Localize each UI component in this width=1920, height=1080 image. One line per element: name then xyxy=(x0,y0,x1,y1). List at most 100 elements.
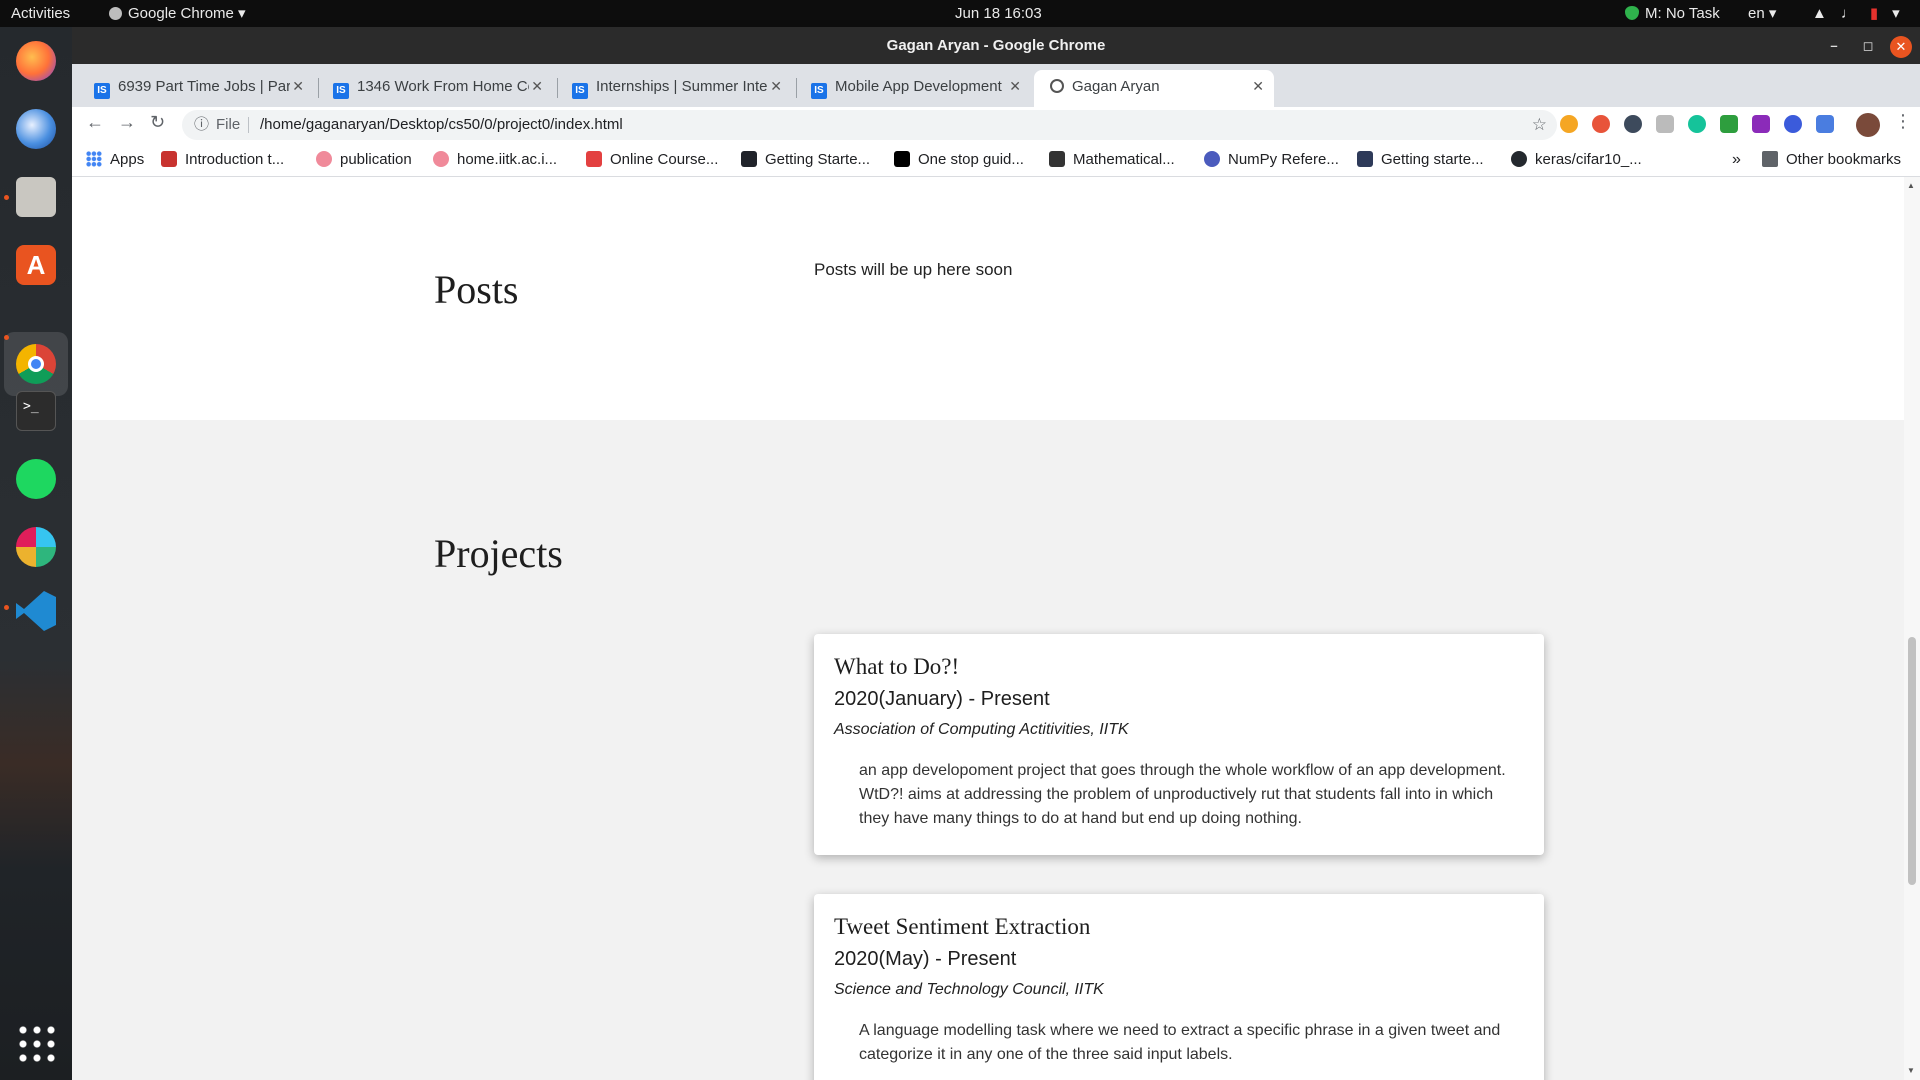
github-icon xyxy=(1511,151,1527,167)
app-menu-label: Google Chrome ▾ xyxy=(128,5,246,22)
thunderbird-icon[interactable] xyxy=(12,105,60,153)
project-card: What to Do?! 2020(January) - Present Ass… xyxy=(814,634,1544,855)
bookmark-item[interactable]: publication xyxy=(316,143,412,177)
url-text[interactable]: /home/gaganaryan/Desktop/cs50/0/project0… xyxy=(260,110,623,140)
close-tab-icon[interactable]: ✕ xyxy=(531,70,543,103)
terminal-icon[interactable]: >_ xyxy=(12,387,60,435)
bookmark-label: Online Course... xyxy=(610,151,719,168)
close-tab-icon[interactable]: ✕ xyxy=(1009,70,1021,103)
bookmark-item[interactable]: home.iitk.ac.i... xyxy=(433,143,557,177)
extension-s-icon[interactable] xyxy=(1752,115,1770,133)
scroll-down-icon[interactable]: ▼ xyxy=(1907,1066,1915,1075)
posts-heading: Posts xyxy=(434,267,519,312)
project-organization: Association of Computing Actitivities, I… xyxy=(834,721,1129,738)
tab[interactable]: IS Internships | Summer Inte ✕ xyxy=(556,70,792,107)
window-titlebar[interactable]: Gagan Aryan - Google Chrome – ◻ ✕ xyxy=(72,27,1920,64)
project-date: 2020(May) - Present xyxy=(834,948,1017,970)
running-indicator xyxy=(4,605,9,610)
activities-button[interactable]: Activities xyxy=(11,0,70,27)
bookmark-item[interactable]: Getting Starte... xyxy=(741,143,870,177)
extension-grammarly-icon[interactable] xyxy=(1688,115,1706,133)
software-center-icon[interactable]: A xyxy=(12,241,60,289)
running-indicator xyxy=(4,335,9,340)
bookmark-item[interactable]: Getting starte... xyxy=(1357,143,1484,177)
chrome-icon[interactable] xyxy=(12,340,60,388)
clock[interactable]: Jun 18 16:03 xyxy=(955,0,1042,27)
close-tab-icon[interactable]: ✕ xyxy=(770,70,782,103)
profile-avatar[interactable] xyxy=(1856,113,1880,137)
scrollbar-thumb[interactable] xyxy=(1908,637,1916,885)
vscode-icon[interactable] xyxy=(12,587,60,635)
pink-circle-icon xyxy=(316,151,332,167)
app-menu[interactable]: Google Chrome ▾ xyxy=(109,0,246,27)
address-bar[interactable]: ⓘ File /home/gaganaryan/Desktop/cs50/0/p… xyxy=(182,110,1557,140)
spotify-icon[interactable] xyxy=(12,455,60,503)
bookmark-label: Other bookmarks xyxy=(1786,151,1902,168)
language-selector[interactable]: en ▾ xyxy=(1748,0,1776,27)
chrome-window: Gagan Aryan - Google Chrome – ◻ ✕ IS 6939 P… xyxy=(72,27,1920,1080)
tab-title: Gagan Aryan xyxy=(1072,78,1160,95)
browser-toolbar: ← → ↻ ⓘ File /home/gaganaryan/Desktop/cs… xyxy=(72,107,1920,143)
project-description: A language modelling task where we need … xyxy=(859,1022,1501,1063)
bookmarks-overflow-button[interactable]: » xyxy=(1732,143,1741,177)
page-scrollbar[interactable]: ▲ ▼ xyxy=(1904,177,1920,1080)
extension-cookie-icon[interactable] xyxy=(1560,115,1578,133)
extension-translate-icon[interactable] xyxy=(1816,115,1834,133)
tab[interactable]: IS Mobile App Development ✕ xyxy=(795,70,1031,107)
bookmark-label: Mathematical... xyxy=(1073,151,1175,168)
bookmark-item[interactable]: Mathematical... xyxy=(1049,143,1175,177)
apps-grid-icon xyxy=(86,151,102,167)
bookmark-label: Getting starte... xyxy=(1381,151,1484,168)
bookmark-item[interactable]: NumPy Refere... xyxy=(1204,143,1339,177)
globe-icon xyxy=(1050,79,1064,93)
scroll-up-icon[interactable]: ▲ xyxy=(1907,181,1915,190)
firefox-icon[interactable] xyxy=(12,37,60,85)
bookmark-label: Introduction t... xyxy=(185,151,285,168)
bookmark-item[interactable]: Online Course... xyxy=(586,143,718,177)
posts-section: Posts Posts will be up here soon xyxy=(72,177,1904,420)
pink-circle-icon xyxy=(433,151,449,167)
other-bookmarks[interactable]: Other bookmarks xyxy=(1762,143,1901,177)
task-indicator[interactable]: M: No Task xyxy=(1625,0,1720,27)
chevron-down-icon: ▾ xyxy=(1892,5,1900,22)
tab-active[interactable]: Gagan Aryan ✕ xyxy=(1034,70,1274,107)
extension-rocket-icon[interactable] xyxy=(1784,115,1802,133)
system-menu[interactable]: ▲ ♩ ▮ ▾ xyxy=(1812,0,1914,27)
tab-strip: IS 6939 Part Time Jobs | Part ✕ IS 1346 Wor… xyxy=(72,64,1920,131)
extension-gray-icon[interactable] xyxy=(1656,115,1674,133)
close-tab-icon[interactable]: ✕ xyxy=(1252,70,1264,103)
maximize-icon[interactable]: ◻ xyxy=(1856,27,1880,64)
show-apps-icon[interactable] xyxy=(12,1019,60,1067)
bookmark-apps[interactable]: Apps xyxy=(86,143,144,177)
bookmark-item[interactable]: keras/cifar10_... xyxy=(1511,143,1642,177)
tab-title: 1346 Work From Home Co xyxy=(357,78,529,95)
reload-icon[interactable]: ↻ xyxy=(150,112,165,133)
files-icon[interactable] xyxy=(12,173,60,221)
info-icon[interactable]: ⓘ xyxy=(194,110,209,140)
bookmark-item[interactable]: One stop guid... xyxy=(894,143,1024,177)
slack-icon[interactable] xyxy=(12,523,60,571)
gnome-top-bar: Activities Google Chrome ▾ Jun 18 16:03 … xyxy=(0,0,1920,27)
project-description: an app developoment project that goes th… xyxy=(859,762,1506,827)
window-title: Gagan Aryan - Google Chrome xyxy=(886,37,1106,54)
extension-fire-icon[interactable] xyxy=(1592,115,1610,133)
extension-green-icon[interactable] xyxy=(1720,115,1738,133)
more-menu-icon[interactable]: ⋮ xyxy=(1894,111,1912,132)
tab[interactable]: IS 6939 Part Time Jobs | Part ✕ xyxy=(78,70,314,107)
bookmark-item[interactable]: Introduction t... xyxy=(161,143,284,177)
volume-icon: ♩ xyxy=(1840,5,1856,22)
posts-placeholder-text: Posts will be up here soon xyxy=(814,260,1013,279)
tab[interactable]: IS 1346 Work From Home Co ✕ xyxy=(317,70,553,107)
projects-heading: Projects xyxy=(434,531,563,576)
back-icon[interactable]: ← xyxy=(86,112,104,133)
extension-ghostery-icon[interactable] xyxy=(1624,115,1642,133)
forward-icon[interactable]: → xyxy=(118,112,136,133)
bookmark-star-icon[interactable]: ☆ xyxy=(1532,110,1547,140)
url-scheme: File xyxy=(216,116,241,133)
close-icon[interactable]: ✕ xyxy=(1890,35,1912,58)
battery-icon: ▮ xyxy=(1869,5,1879,22)
minimize-icon[interactable]: – xyxy=(1822,27,1846,64)
dock: A >_ xyxy=(0,27,72,1080)
tab-title: 6939 Part Time Jobs | Part xyxy=(118,78,290,95)
close-tab-icon[interactable]: ✕ xyxy=(292,70,304,103)
